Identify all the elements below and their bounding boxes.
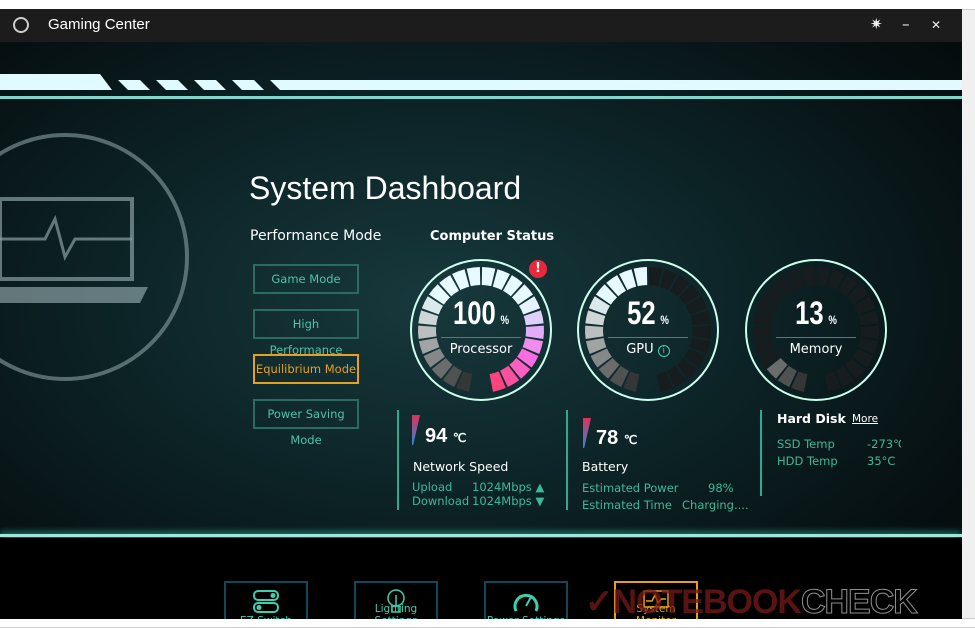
gauge-gpu: 52% GPU i	[573, 255, 723, 405]
ssd-temp-value: -273℃	[867, 437, 901, 451]
upload-label: Upload	[412, 480, 453, 494]
settings-gear-icon[interactable]: ✷	[870, 15, 883, 33]
estimated-time-label: Estimated Time	[582, 498, 672, 512]
toolbar-button-ez-switch[interactable]: EZ Switch	[224, 581, 308, 619]
upload-value: 1024Mbps ▲	[472, 480, 545, 494]
gauge-segment	[801, 267, 816, 287]
gauge-segment	[481, 267, 496, 287]
gauge-value: 100%	[452, 295, 510, 331]
computer-status-heading: Computer Status	[430, 229, 555, 244]
title-bar: Gaming Center ✷ – ✕	[0, 9, 962, 42]
gauge-value: 52%	[627, 295, 669, 331]
gauge-segment	[466, 267, 481, 287]
background-window-bottom	[0, 618, 975, 628]
mode-button-high-performance[interactable]: High Performance	[253, 309, 359, 357]
info-icon[interactable]: i	[657, 345, 670, 357]
download-label: Download	[412, 494, 470, 508]
toolbar-button-label: Lighting Settings	[374, 603, 418, 619]
toolbar-button-power-settings[interactable]: Power Settings	[484, 581, 568, 619]
download-value: 1024Mbps ▼	[472, 494, 545, 508]
header-band-decoration	[0, 74, 962, 99]
gauge-segment	[648, 267, 663, 287]
gauge-processor: 100% Processor	[406, 255, 556, 405]
divider	[566, 410, 568, 510]
gauge-divider	[776, 337, 856, 338]
page-title: System Dashboard	[249, 170, 522, 206]
close-button[interactable]: ✕	[931, 18, 941, 32]
mode-button-equilibrium-mode[interactable]: Equilibrium Mode	[253, 354, 359, 384]
toolbar-button-label: EZ Switch	[226, 615, 306, 619]
mode-button-power-saving-mode[interactable]: Power Saving Mode	[253, 399, 359, 447]
speedometer-icon	[513, 593, 539, 612]
thermometer-icon	[583, 418, 591, 448]
arrow-down-icon: ▼	[535, 494, 545, 508]
laptop-monitor-illustration	[0, 133, 189, 381]
arrow-up-icon: ▲	[535, 480, 545, 494]
ssd-temp-label: SSD Temp	[777, 437, 835, 451]
divider	[397, 410, 399, 510]
divider	[760, 410, 762, 496]
gauge-memory: 13% Memory	[741, 255, 891, 405]
gauge-label: Processor	[449, 342, 513, 357]
gpu-temperature: 78 ℃	[596, 427, 638, 449]
footer-divider	[0, 534, 962, 537]
hdd-temp-value: 35°C	[867, 454, 896, 468]
alert-icon[interactable]: !	[529, 260, 547, 278]
gauge-divider	[441, 337, 521, 338]
window-title: Gaming Center	[48, 16, 150, 33]
mode-button-game-mode[interactable]: Game Mode	[253, 264, 359, 294]
estimated-power-label: Estimated Power	[582, 481, 679, 495]
estimated-power-value: 98%	[708, 481, 734, 495]
toolbar-button-label: Power Settings	[486, 615, 566, 619]
gauge-value: 13%	[795, 295, 837, 331]
gauge-label: GPU i	[573, 342, 723, 357]
gauge-segment	[633, 267, 648, 287]
network-speed-heading: Network Speed	[413, 459, 509, 474]
toggle-switch-icon	[253, 590, 279, 613]
more-link[interactable]: More	[852, 413, 878, 425]
gaming-center-window: Gaming Center ✷ – ✕ System Dashboard Per…	[0, 9, 962, 619]
gauge-segment	[816, 267, 831, 287]
gauge-label: Memory	[789, 342, 843, 357]
toolbar-button-lighting-settings[interactable]: Lighting Settings	[354, 581, 438, 619]
cpu-temperature: 94 ℃	[425, 425, 467, 447]
battery-heading: Battery	[582, 459, 629, 474]
performance-mode-heading: Performance Mode	[250, 228, 382, 244]
dashboard-main: System Dashboard Performance Mode Comput…	[0, 42, 962, 619]
notebookcheck-watermark: ✓NOTEBOOKCHECK	[585, 583, 918, 620]
minimize-button[interactable]: –	[902, 15, 910, 33]
thermometer-icon	[412, 415, 420, 445]
hdd-temp-label: HDD Temp	[777, 454, 838, 468]
hard-disk-heading: Hard Disk	[777, 411, 846, 426]
gauge-divider	[608, 337, 688, 338]
estimated-time-value: Charging....	[682, 498, 749, 512]
app-logo-icon	[13, 17, 29, 33]
